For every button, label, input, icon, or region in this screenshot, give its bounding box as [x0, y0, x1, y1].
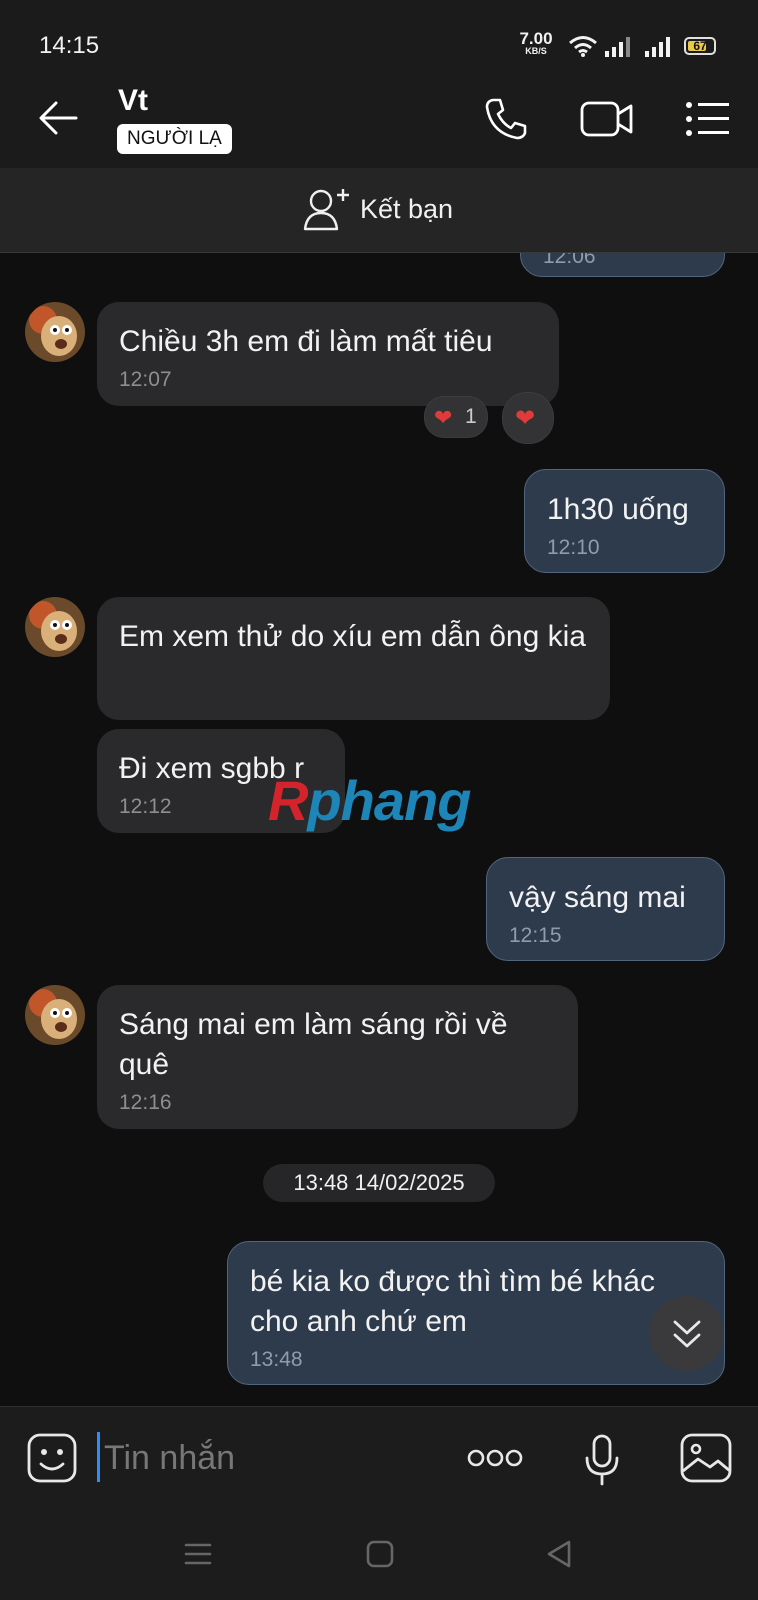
menu-list-icon[interactable]	[686, 101, 730, 137]
heart-icon: ❤	[515, 405, 536, 432]
heart-icon: ❤	[434, 405, 453, 430]
message-bubble-in[interactable]: Em xem thử do xíu em dẫn ông kia	[97, 597, 610, 720]
signal-sim2-icon	[645, 37, 670, 57]
network-speed: 7.00 KB/S	[516, 30, 556, 56]
text-cursor	[97, 1432, 100, 1482]
watermark-logo: Rphang	[268, 768, 471, 833]
more-options-icon[interactable]	[467, 1446, 523, 1470]
watermark-part1: R	[268, 769, 308, 832]
signal-sim1-icon	[605, 37, 630, 57]
message-time: 13:48	[250, 1348, 303, 1371]
chat-header	[0, 68, 758, 168]
add-person-icon[interactable]	[303, 187, 351, 231]
message-text: Em xem thử do xíu em dẫn ông kia	[119, 620, 586, 653]
message-bubble-in[interactable]: Sáng mai em làm sáng rồi về quê 12:16	[97, 985, 578, 1129]
scroll-to-bottom-button[interactable]	[649, 1296, 724, 1371]
message-text: Chiều 3h em đi làm mất tiêu	[119, 325, 493, 358]
watermark-part2: phang	[307, 769, 471, 832]
message-text: 1h30 uống	[547, 493, 689, 526]
contact-avatar[interactable]	[25, 302, 85, 362]
battery-icon: 67	[684, 37, 716, 55]
message-bubble-in[interactable]: Chiều 3h em đi làm mất tiêu 12:07	[97, 302, 559, 406]
message-time: 12:15	[509, 924, 562, 947]
sticker-icon[interactable]	[27, 1433, 77, 1483]
reaction-count-pill[interactable]: ❤ 1	[424, 396, 488, 438]
date-separator: 13:48 14/02/2025	[263, 1164, 495, 1202]
network-speed-unit: KB/S	[525, 46, 547, 56]
react-button[interactable]: ❤	[502, 392, 554, 444]
contact-avatar[interactable]	[25, 985, 85, 1045]
message-time: 12:16	[119, 1091, 172, 1114]
reaction-count: 1	[465, 405, 477, 428]
back-arrow-icon[interactable]	[38, 100, 78, 136]
microphone-icon[interactable]	[584, 1434, 620, 1486]
message-text: Sáng mai em làm sáng rồi về quê	[119, 1008, 508, 1081]
contact-avatar[interactable]	[25, 597, 85, 657]
message-bubble-out[interactable]: vậy sáng mai 12:15	[486, 857, 725, 961]
back-nav-icon[interactable]	[545, 1539, 573, 1569]
avatar-image	[25, 597, 85, 657]
double-chevron-down-icon	[673, 1320, 701, 1348]
message-text: bé kia ko được thì tìm bé khác cho anh c…	[250, 1265, 655, 1338]
add-friend-label[interactable]: Kết bạn	[360, 194, 453, 225]
home-icon[interactable]	[366, 1540, 394, 1568]
wifi-icon	[569, 36, 597, 57]
battery-level: 67	[693, 39, 707, 53]
message-text: vậy sáng mai	[509, 881, 686, 914]
video-call-icon[interactable]	[580, 99, 634, 139]
phone-icon[interactable]	[484, 97, 528, 141]
message-bubble-out[interactable]: bé kia ko được thì tìm bé khác cho anh c…	[227, 1241, 725, 1385]
avatar-image	[25, 985, 85, 1045]
message-time: 12:07	[119, 368, 172, 391]
stranger-badge: NGƯỜI LẠ	[117, 124, 232, 154]
recent-apps-icon[interactable]	[184, 1541, 212, 1567]
network-speed-value: 7.00	[519, 29, 553, 48]
message-input[interactable]	[102, 1428, 436, 1488]
message-bubble-out[interactable]: 1h30 uống 12:10	[524, 469, 725, 573]
contact-name[interactable]: Vt	[118, 84, 148, 118]
message-time: 12:10	[547, 536, 600, 559]
image-gallery-icon[interactable]	[680, 1433, 732, 1483]
avatar-image	[25, 302, 85, 362]
status-time: 14:15	[39, 32, 100, 59]
